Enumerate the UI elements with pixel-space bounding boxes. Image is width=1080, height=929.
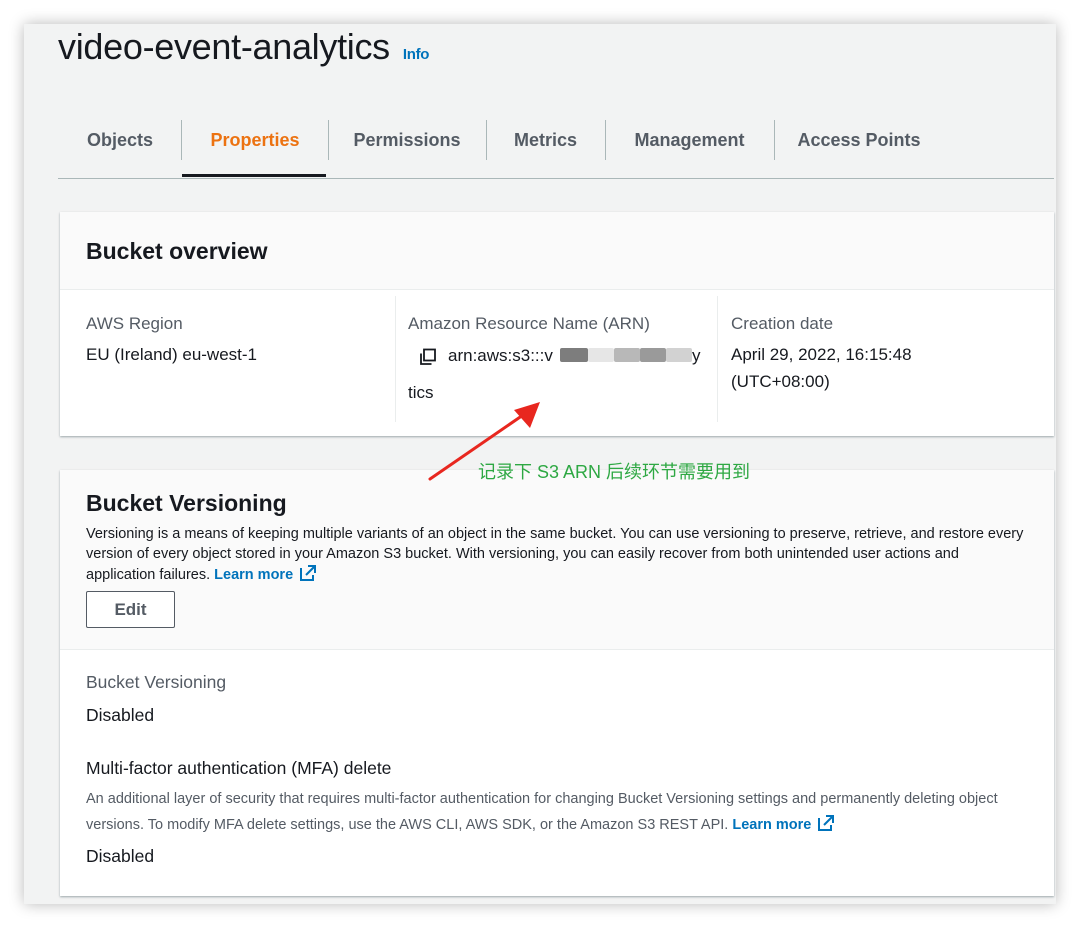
mfa-delete-value: Disabled [86, 846, 155, 866]
bucket-versioning-title: Bucket Versioning [86, 490, 287, 516]
page-title: video-event-analytics Info [58, 26, 429, 68]
bucket-overview-header: Bucket overview [60, 212, 1054, 290]
tab-bar: Objects Properties Permissions Metrics M… [58, 114, 1054, 179]
tab-metrics[interactable]: Metrics [486, 120, 605, 160]
mfa-learn-more-link[interactable]: Learn more [732, 817, 811, 833]
arn-prefix: arn:aws:s3:::v [448, 346, 553, 365]
arn-suffix-wrap: tics [408, 383, 434, 402]
column-divider [717, 296, 718, 422]
mfa-description: An additional layer of security that req… [86, 786, 1026, 838]
tab-access-points[interactable]: Access Points [774, 120, 944, 160]
versioning-description: Versioning is a means of keeping multipl… [86, 524, 1026, 585]
bucket-versioning-header: Bucket Versioning Versioning is a means … [60, 470, 1054, 650]
redacted-block [640, 348, 666, 362]
tab-management[interactable]: Management [605, 120, 774, 160]
redacted-block [560, 348, 588, 362]
redacted-block [614, 348, 640, 362]
bucket-overview-title: Bucket overview [86, 238, 268, 264]
copy-icon[interactable] [419, 348, 437, 366]
info-link[interactable]: Info [403, 46, 430, 63]
learn-more-link[interactable]: Learn more [214, 567, 293, 583]
versioning-status-value: Disabled [86, 705, 155, 725]
active-tab-indicator [182, 174, 326, 177]
edit-button[interactable]: Edit [86, 591, 175, 628]
redacted-block [588, 348, 614, 362]
annotation-text: 记录下 S3 ARN 后续环节需要用到 [478, 462, 751, 482]
creation-timezone: (UTC+08:00) [731, 372, 830, 391]
region-label: AWS Region [86, 314, 183, 333]
mfa-description-text: An additional layer of security that req… [86, 791, 998, 833]
creation-label: Creation date [731, 314, 834, 333]
overview-columns: AWS Region EU (Ireland) eu-west-1 Amazon… [60, 290, 1054, 436]
bucket-overview-card: Bucket overview AWS Region EU (Ireland) … [60, 212, 1054, 436]
region-column: AWS Region EU (Ireland) eu-west-1 [86, 296, 386, 422]
redacted-block [666, 348, 692, 362]
tab-properties[interactable]: Properties [182, 120, 328, 160]
arn-label: Amazon Resource Name (ARN) [408, 314, 650, 333]
mfa-delete-label: Multi-factor authentication (MFA) delete [86, 758, 392, 778]
bucket-name: video-event-analytics [58, 26, 390, 67]
region-value: EU (Ireland) eu-west-1 [86, 345, 258, 364]
bucket-versioning-card: Bucket Versioning Versioning is a means … [60, 470, 1054, 896]
creation-date: April 29, 2022, 16:15:48 [731, 345, 912, 364]
external-link-icon[interactable] [817, 814, 835, 832]
creation-column: Creation date April 29, 2022, 16:15:48 (… [731, 296, 1031, 422]
column-divider [395, 296, 396, 422]
arn-column: Amazon Resource Name (ARN) arn:aws:s3:::… [408, 296, 708, 422]
versioning-status-label: Bucket Versioning [86, 672, 227, 692]
tab-objects[interactable]: Objects [58, 120, 182, 160]
external-link-icon[interactable] [299, 564, 317, 582]
tab-permissions[interactable]: Permissions [328, 120, 486, 160]
arn-suffix: y [692, 346, 701, 365]
